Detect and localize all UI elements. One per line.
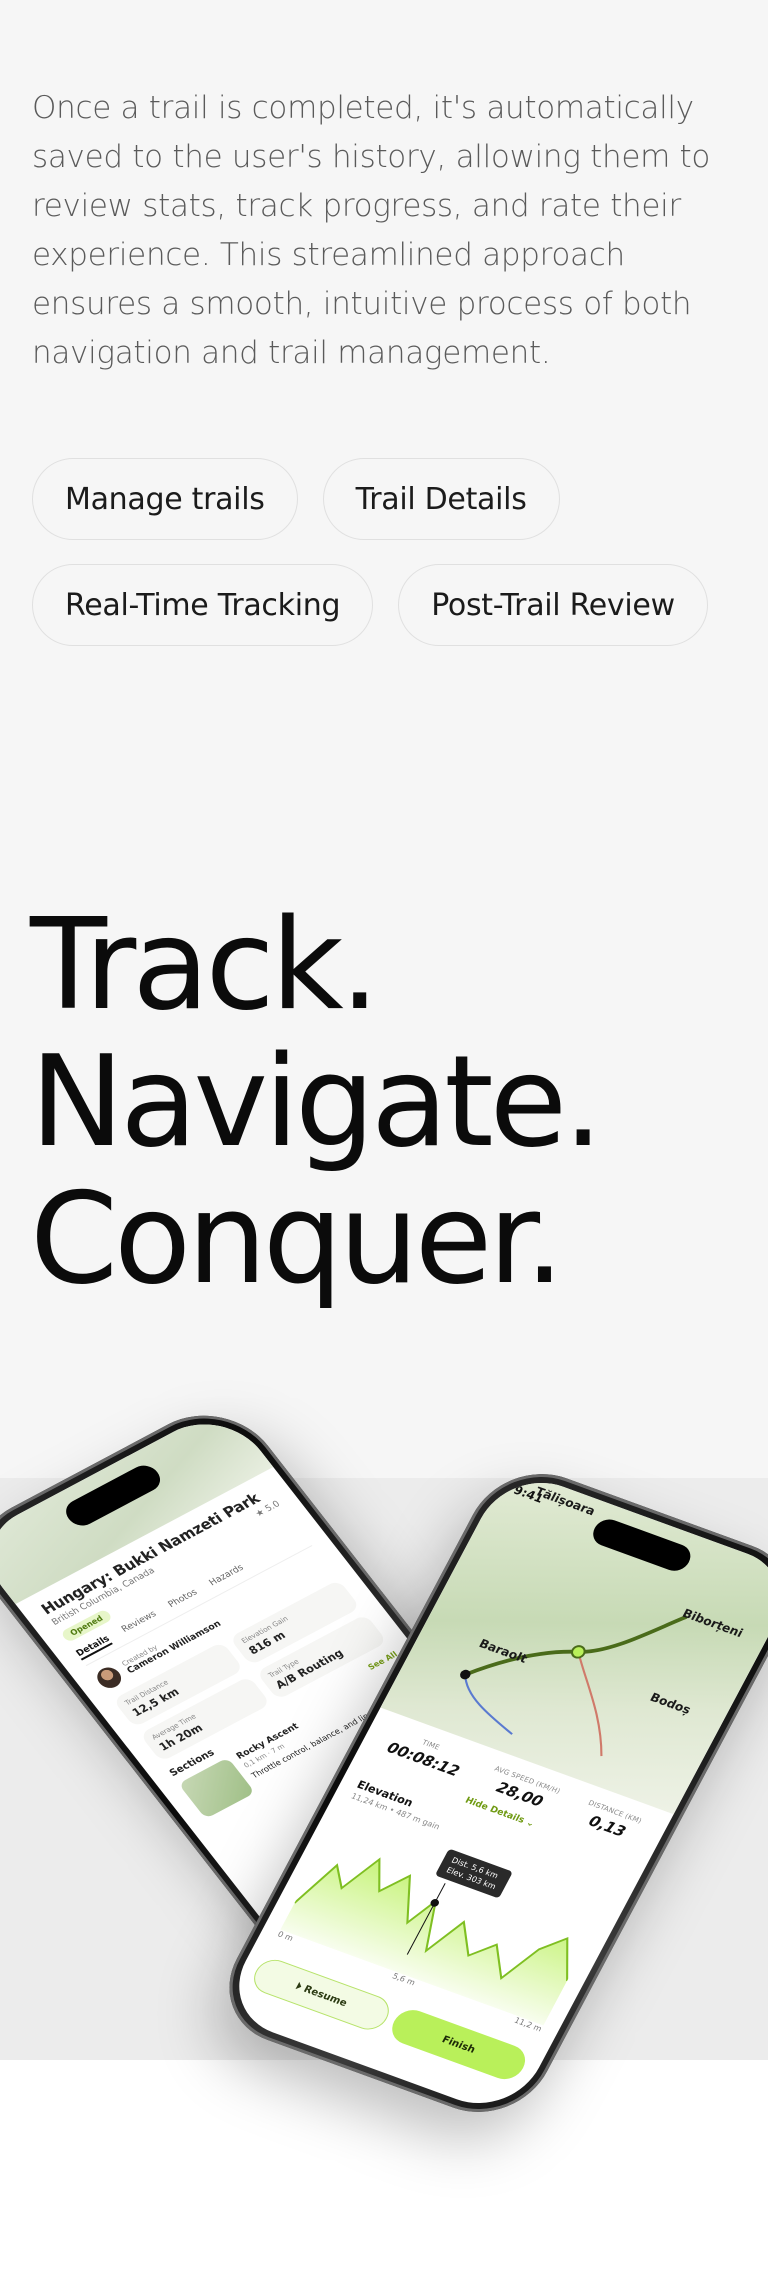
chevron-down-icon: ⌄ (524, 1817, 536, 1830)
tag-manage-trails[interactable]: Manage trails (32, 458, 298, 540)
stat-distance: DISTANCE (KM) 0,13 (577, 1799, 643, 1844)
headline-line-navigate: Navigate. (30, 1028, 603, 1175)
tab-photos[interactable]: Photos (167, 1588, 201, 1612)
avatar (92, 1663, 126, 1692)
bottom-area (0, 2060, 768, 2280)
headline-line-track: Track. (30, 891, 380, 1038)
tab-reviews[interactable]: Reviews (120, 1609, 160, 1636)
headline: Track. Navigate. Conquer. (30, 891, 603, 1312)
tag-real-time-tracking[interactable]: Real-Time Tracking (32, 564, 374, 646)
tab-details[interactable]: Details (74, 1634, 114, 1661)
tag-trail-details[interactable]: Trail Details (322, 458, 560, 540)
resume-label: Resume (301, 1983, 350, 2009)
feature-tags: Manage trails Trail Details Real-Time Tr… (32, 458, 752, 670)
tab-hazards[interactable]: Hazards (207, 1563, 247, 1590)
tag-post-trail-review[interactable]: Post-Trail Review (398, 564, 708, 646)
intro-paragraph: Once a trail is completed, it's automati… (32, 90, 711, 371)
headline-line-conquer: Conquer. (30, 1165, 565, 1312)
